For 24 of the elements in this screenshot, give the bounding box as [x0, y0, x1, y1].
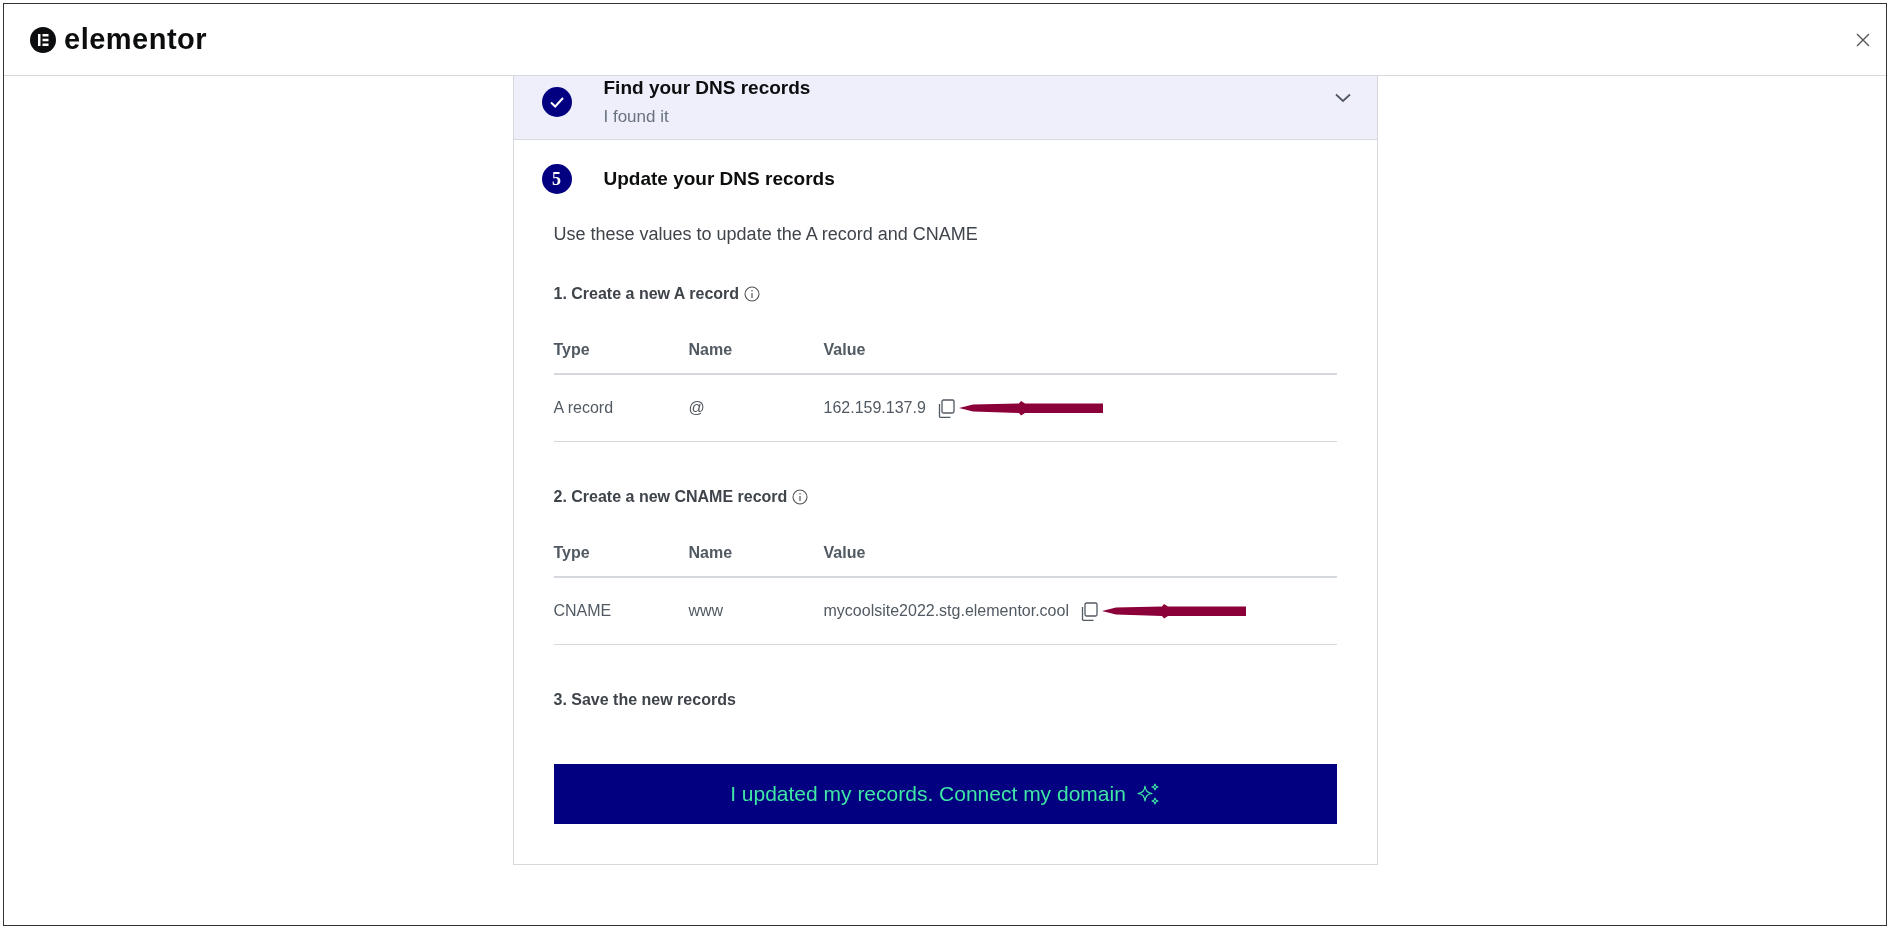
table-cell-text: mycoolsite2022.stg.elementor.cool: [823, 601, 1069, 621]
logo-text: elementor: [64, 21, 208, 57]
step-description: Use these values to update the A record and CNAME: [553, 223, 979, 245]
table-cell-text: CNAME: [553, 601, 613, 621]
section-heading: 2. Create a new CNAME record: [553, 487, 788, 507]
section-heading: 1. Create a new A record: [553, 284, 740, 304]
column-header: Name: [688, 543, 734, 563]
step-title: Find your DNS records: [603, 76, 812, 100]
table-cell-text: www: [688, 601, 725, 621]
column-header: Type: [553, 543, 591, 563]
column-header: Name: [688, 340, 734, 360]
connect-domain-button[interactable]: I updated my records. Connect my domain: [553, 764, 1337, 824]
column-header: Value: [823, 340, 867, 360]
step-number: 5: [541, 164, 572, 194]
logo-icon: [30, 26, 56, 53]
column-header: Value: [823, 543, 867, 563]
table-cell-text: 162.159.137.9: [823, 398, 926, 418]
table-cell-text: @: [688, 398, 706, 418]
step-title: Update your DNS records: [603, 166, 836, 191]
column-header: Type: [553, 340, 591, 360]
step-subtitle: I found it: [603, 106, 670, 128]
close-icon[interactable]: [1856, 32, 1870, 47]
table-cell-text: A record: [553, 398, 615, 418]
section-heading: 3. Save the new records: [553, 690, 736, 710]
